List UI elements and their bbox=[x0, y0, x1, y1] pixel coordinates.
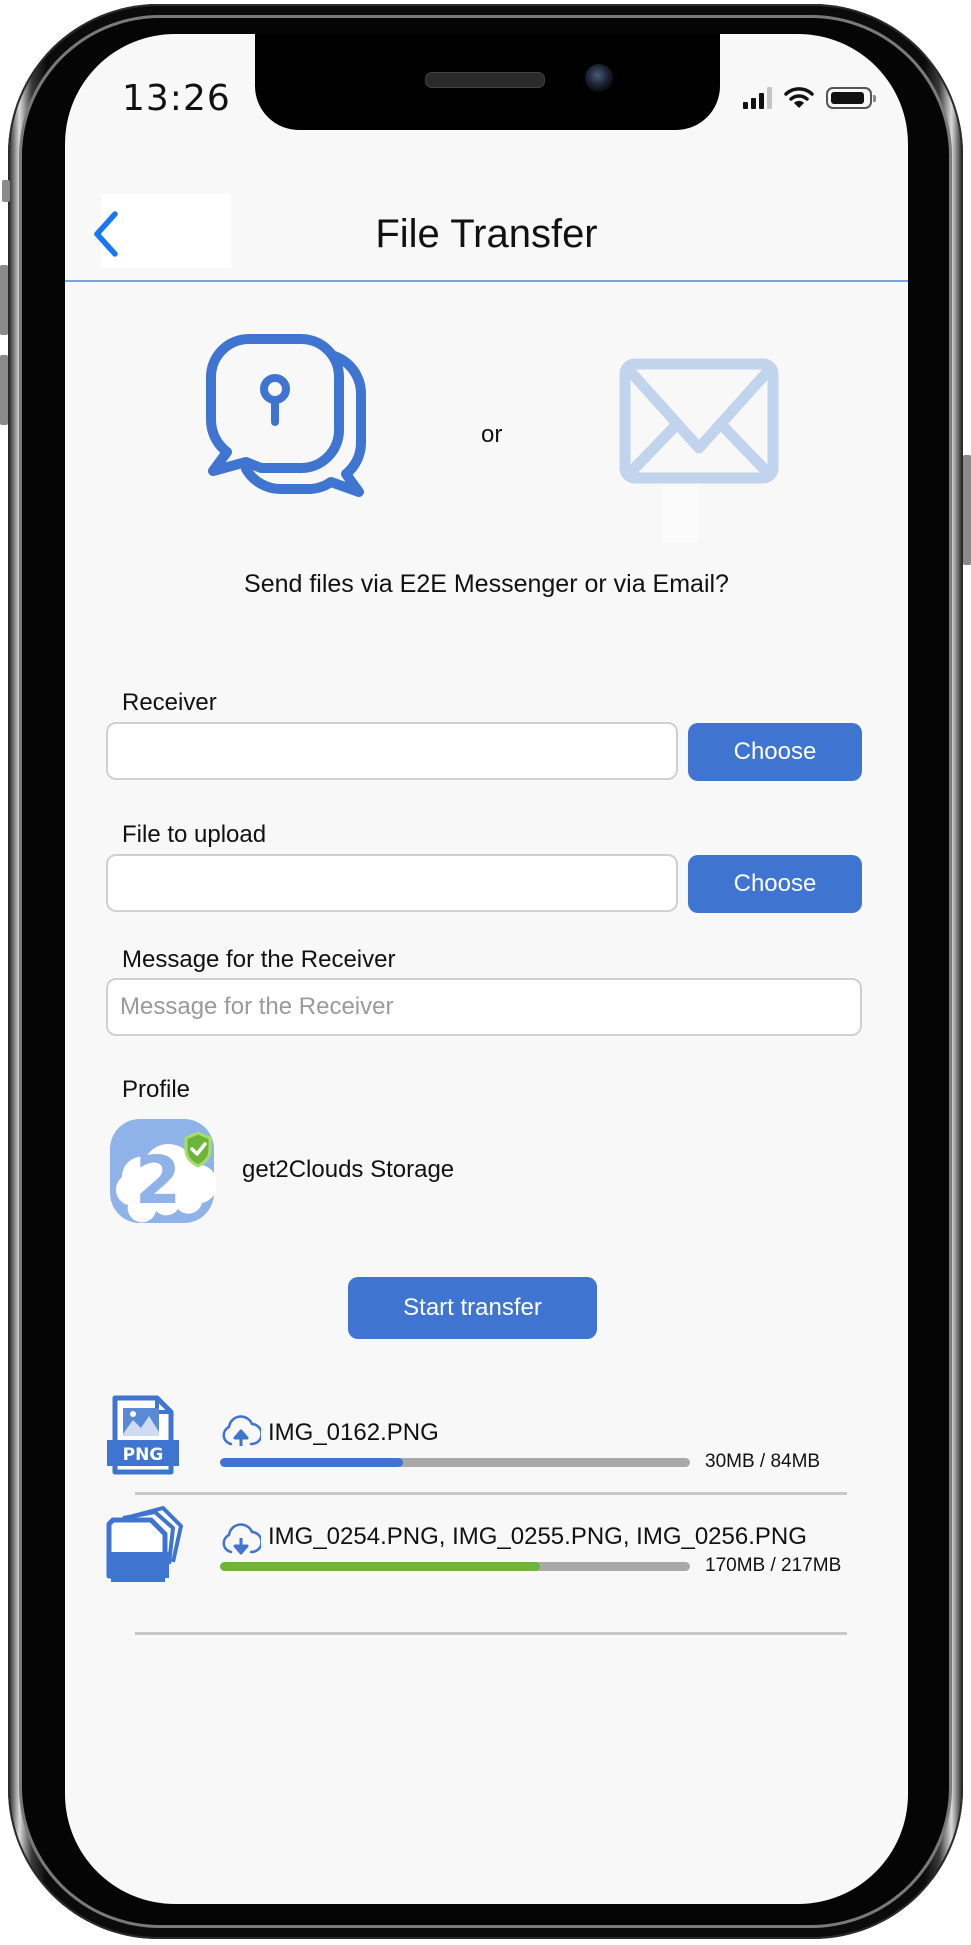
status-time: 13:26 bbox=[122, 78, 231, 119]
cellular-signal-icon bbox=[743, 87, 772, 109]
file-label: File to upload bbox=[122, 821, 267, 848]
svg-text:2: 2 bbox=[135, 1142, 181, 1219]
send-method-question: Send files via E2E Messenger or via Emai… bbox=[244, 570, 729, 598]
list-divider bbox=[135, 1632, 847, 1635]
file-input[interactable] bbox=[106, 854, 678, 912]
list-divider bbox=[135, 1492, 847, 1495]
silent-switch bbox=[2, 180, 10, 202]
choose-file-button[interactable]: Choose bbox=[688, 855, 862, 913]
front-camera bbox=[585, 64, 613, 92]
or-separator: or bbox=[481, 421, 503, 448]
choose-receiver-button[interactable]: Choose bbox=[688, 723, 862, 781]
transfer-progress-fill bbox=[220, 1458, 404, 1467]
earpiece-speaker bbox=[425, 72, 545, 88]
power-button bbox=[963, 455, 971, 565]
send-method-choice: or bbox=[65, 334, 908, 542]
transfer-file-name: IMG_0162.PNG bbox=[268, 1419, 439, 1446]
transfer-size: 30MB / 84MB bbox=[705, 1451, 821, 1472]
status-icons bbox=[743, 86, 876, 110]
transfer-progress-fill bbox=[220, 1562, 540, 1571]
envelope-icon[interactable] bbox=[619, 358, 779, 484]
transfer-progress-bar bbox=[220, 1458, 690, 1467]
notch bbox=[255, 34, 720, 130]
message-label: Message for the Receiver bbox=[122, 946, 396, 973]
profile-name[interactable]: get2Clouds Storage bbox=[242, 1156, 454, 1184]
receiver-label: Receiver bbox=[122, 689, 217, 716]
wifi-icon bbox=[784, 87, 814, 108]
volume-up-button bbox=[0, 265, 8, 335]
transfer-file-name: IMG_0254.PNG, IMG_0255.PNG, IMG_0256.PNG bbox=[268, 1523, 807, 1550]
start-transfer-button[interactable]: Start transfer bbox=[348, 1277, 597, 1339]
navigation-bar: File Transfer bbox=[65, 144, 908, 282]
secure-messenger-icon[interactable] bbox=[201, 334, 371, 504]
cloud-upload-icon bbox=[222, 1415, 261, 1446]
profile-label: Profile bbox=[122, 1076, 191, 1103]
cloud-download-icon bbox=[222, 1523, 261, 1555]
volume-down-button bbox=[0, 355, 8, 425]
svg-text:PNG: PNG bbox=[123, 1445, 164, 1465]
page-title: File Transfer bbox=[375, 212, 598, 256]
transfer-size: 170MB / 217MB bbox=[705, 1555, 842, 1576]
get2clouds-logo-icon[interactable]: 2 bbox=[108, 1117, 216, 1225]
receiver-input[interactable] bbox=[106, 722, 678, 780]
battery-icon bbox=[826, 87, 876, 109]
message-input[interactable] bbox=[106, 978, 862, 1036]
transfer-progress-bar bbox=[220, 1562, 690, 1571]
mail-icon-mask bbox=[663, 486, 699, 542]
app-screen: 13:26 File Transfer or Send files via E2… bbox=[65, 34, 908, 1904]
multiple-files-icon bbox=[106, 1506, 183, 1582]
png-file-icon: PNG bbox=[107, 1395, 179, 1475]
